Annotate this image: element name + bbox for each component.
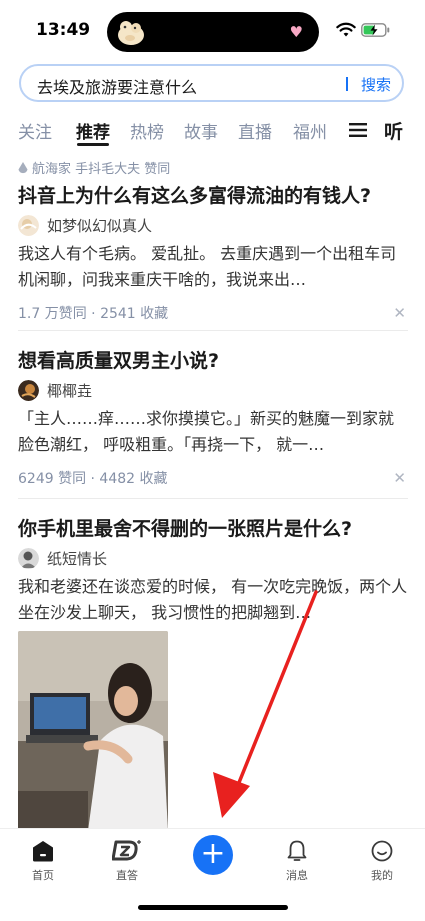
card-meta: 航海家 手抖毛大夫 赞同 — [18, 158, 408, 177]
feed-card[interactable]: 你手机里最舍不得删的一张照片是什么? 纸短情长 我和老婆还在谈恋爱的时候， 有一… — [18, 516, 408, 626]
sticker-icon — [118, 21, 144, 45]
listen-button[interactable]: 听 — [384, 117, 403, 144]
author-name: 椰椰垚 — [47, 381, 93, 400]
tab-hot-list[interactable]: 热榜 — [130, 118, 164, 143]
bell-icon — [287, 840, 307, 861]
status-bar: 13:49 ♥ — [0, 0, 425, 62]
nav-me-label: 我的 — [371, 869, 393, 882]
card-author[interactable]: 纸短情长 — [18, 546, 408, 570]
card-excerpt[interactable]: 我和老婆还在谈恋爱的时候， 有一次吃完晚饭，两个人坐在沙发上聊天， 我习惯性的把… — [18, 574, 408, 626]
nav-messages[interactable]: 消息 — [267, 839, 327, 883]
dismiss-icon[interactable]: ✕ — [393, 304, 408, 322]
nav-home[interactable]: 首页 — [13, 839, 73, 883]
feed-tabs: 关注 推荐 热榜 故事 直播 福州 听 — [0, 114, 425, 146]
zhida-icon — [112, 840, 141, 861]
search-button[interactable]: 搜索 — [361, 74, 391, 95]
divider — [18, 498, 408, 499]
tab-live[interactable]: 直播 — [238, 118, 272, 143]
menu-icon[interactable] — [349, 123, 367, 137]
card-stats: 6249 赞同 · 4482 收藏 — [18, 471, 168, 487]
tab-follow[interactable]: 关注 — [18, 118, 52, 143]
wifi-icon — [336, 22, 356, 37]
card-title[interactable]: 抖音上为什么有这么多富得流油的有钱人? — [18, 183, 408, 209]
card-author[interactable]: 椰椰垚 — [18, 378, 408, 402]
battery-charging-icon — [361, 23, 390, 37]
card-title[interactable]: 想看高质量双男主小说? — [18, 348, 408, 374]
nav-zhida-label: 直答 — [116, 869, 138, 882]
nav-me[interactable]: 我的 — [352, 839, 412, 883]
tab-active-indicator — [77, 143, 109, 146]
avatar — [18, 379, 39, 401]
card-stats: 1.7 万赞同 · 2541 收藏 — [18, 306, 169, 322]
status-time: 13:49 — [36, 20, 91, 40]
card-footer: 6249 赞同 · 4482 收藏 ✕ — [18, 468, 408, 488]
card-meta-text: 航海家 手抖毛大夫 赞同 — [32, 162, 171, 177]
dynamic-island: ♥ — [107, 12, 319, 52]
home-indicator — [138, 905, 288, 910]
card-title[interactable]: 你手机里最舍不得删的一张照片是什么? — [18, 516, 408, 542]
nav-zhida[interactable]: 直答 — [97, 839, 157, 883]
tab-stories[interactable]: 故事 — [184, 118, 218, 143]
avatar — [18, 547, 39, 569]
card-author[interactable]: 如梦似幻似真人 — [18, 213, 408, 237]
author-name: 如梦似幻似真人 — [47, 216, 153, 235]
card-excerpt[interactable]: 「主人……痒……求你摸摸它。」新买的魅魔一到家就脸色潮红， 呼吸粗重。「再挠一下… — [18, 406, 408, 458]
feed-card[interactable]: 航海家 手抖毛大夫 赞同 抖音上为什么有这么多富得流油的有钱人? 如梦似幻似真人… — [18, 158, 408, 323]
home-icon — [33, 841, 53, 862]
avatar — [18, 214, 39, 236]
dismiss-icon[interactable]: ✕ — [393, 469, 408, 487]
profile-smile-icon — [371, 840, 393, 862]
plus-icon: + — [200, 836, 226, 871]
tab-fuzhou[interactable]: 福州 — [293, 118, 327, 143]
divider — [18, 330, 408, 331]
card-excerpt[interactable]: 我这人有个毛病。 爱乱扯。 去重庆遇到一个出租车司机闲聊，问我来重庆干啥的，我说… — [18, 241, 408, 293]
tab-recommend[interactable]: 推荐 — [76, 118, 110, 143]
search-divider — [346, 77, 348, 91]
feed-card[interactable]: 想看高质量双男主小说? 椰椰垚 「主人……痒……求你摸摸它。」新买的魅魔一到家就… — [18, 348, 408, 488]
bottom-nav: 首页 直答 + 消息 我的 — [0, 828, 425, 921]
nav-messages-label: 消息 — [286, 869, 308, 882]
heart-icon: ♥ — [289, 23, 303, 41]
card-photo[interactable] — [18, 631, 168, 831]
photo-image — [18, 631, 168, 831]
author-name: 纸短情长 — [47, 549, 108, 568]
create-button[interactable]: + — [193, 835, 233, 875]
search-query: 去埃及旅游要注意什么 — [37, 78, 198, 97]
nav-home-label: 首页 — [32, 869, 54, 882]
card-footer: 1.7 万赞同 · 2541 收藏 ✕ — [18, 303, 408, 323]
vote-icon — [18, 161, 28, 173]
search-input[interactable]: 去埃及旅游要注意什么 搜索 — [19, 64, 404, 102]
